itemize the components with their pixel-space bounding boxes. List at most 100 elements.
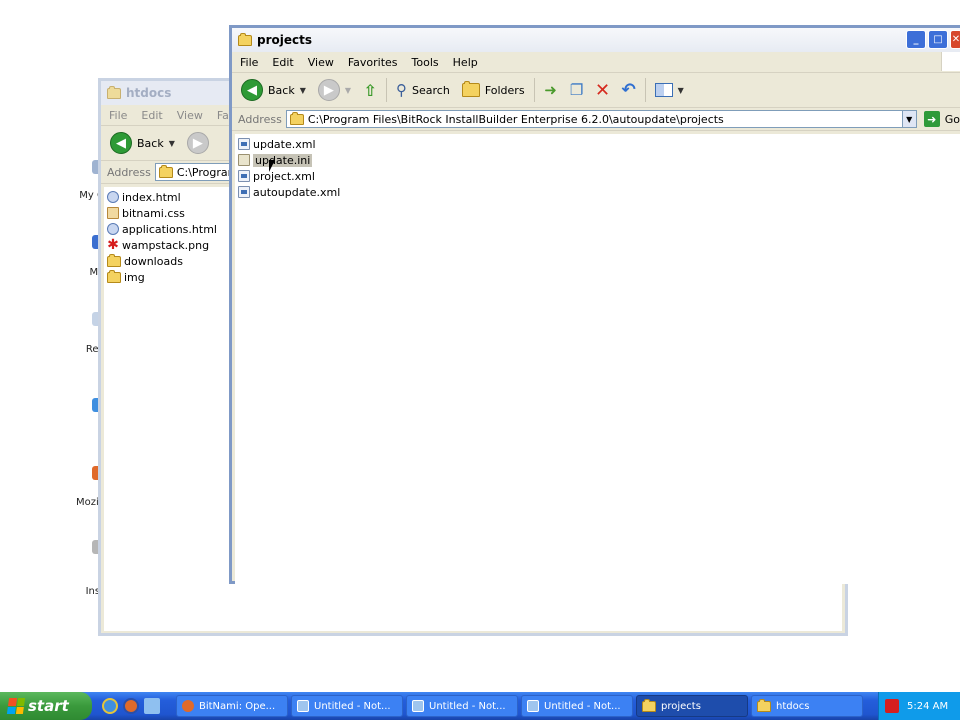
projects-toolbar: ◀ Back ▼ ▶ ▼ ⇧ ⚲ Search Folders ➜ ❐ ✕ ↶ … — [232, 73, 960, 108]
forward-arrow-icon: ▶ — [317, 79, 340, 101]
projects-addressbar: Address C:\Program Files\BitRock Install… — [232, 108, 960, 131]
list-item[interactable]: project.xml — [238, 168, 960, 184]
address-dropdown-icon[interactable]: ▼ — [901, 111, 916, 127]
maximize-button[interactable]: □ — [928, 30, 948, 49]
xml-file-icon — [238, 186, 250, 198]
folder-icon — [238, 32, 252, 46]
menu-file[interactable]: File — [109, 109, 127, 122]
folder-icon — [107, 269, 121, 283]
back-label: Back — [137, 136, 164, 150]
up-folder-icon[interactable]: ⇧ — [360, 80, 380, 100]
menu-view[interactable]: View — [177, 109, 203, 122]
file-name: applications.html — [122, 222, 217, 236]
file-name: index.html — [122, 190, 181, 204]
search-button[interactable]: ⚲ Search — [393, 79, 453, 101]
toolbar-separator — [386, 78, 388, 102]
notepad-icon — [297, 700, 309, 712]
back-arrow-icon: ◀ — [241, 79, 263, 101]
recording-icon[interactable] — [885, 699, 899, 713]
file-name: project.xml — [253, 169, 315, 183]
windows-flag-icon — [6, 698, 26, 714]
folder-icon — [107, 85, 121, 99]
address-label: Address — [238, 112, 282, 126]
undo-icon[interactable]: ↶ — [619, 80, 639, 100]
address-value: C:\Program Files\BitRock InstallBuilder … — [307, 112, 724, 126]
task-label: BitNami: Ope... — [199, 700, 276, 712]
projects-window[interactable]: projects _ □ ✕ File Edit View Favorites … — [229, 25, 960, 584]
file-name: update.ini — [253, 153, 313, 167]
taskbar-item-notepad-1[interactable]: Untitled - Not... — [291, 695, 403, 717]
notepad-icon — [412, 700, 424, 712]
ie-icon[interactable] — [144, 698, 160, 714]
task-label: Untitled - Not... — [314, 700, 391, 712]
png-file-icon: ✱ — [107, 237, 119, 253]
clock[interactable]: 5:24 AM — [907, 701, 948, 712]
html-file-icon — [107, 223, 119, 235]
file-name: img — [124, 270, 145, 284]
toolbar-separator — [533, 78, 535, 102]
copy-to-icon[interactable]: ❐ — [567, 80, 587, 100]
list-item[interactable]: autoupdate.xml — [238, 184, 960, 200]
file-name: wampstack.png — [122, 238, 210, 252]
file-name: bitnami.css — [122, 206, 185, 220]
mouse-cursor-icon — [269, 160, 275, 172]
chevron-down-icon[interactable]: ▼ — [169, 139, 175, 148]
toolbar-separator — [644, 78, 646, 102]
task-label: Untitled - Not... — [544, 700, 621, 712]
taskbar-item-notepad-3[interactable]: Untitled - Not... — [521, 695, 633, 717]
projects-file-list: update.xml update.ini project.xml autoup… — [235, 134, 960, 584]
firefox-icon — [182, 700, 194, 712]
views-button[interactable]: ▼ — [652, 81, 687, 99]
delete-icon[interactable]: ✕ — [593, 80, 613, 101]
menu-edit[interactable]: Edit — [272, 56, 293, 69]
folder-icon — [757, 698, 771, 712]
go-button[interactable]: ➜ Go — [921, 109, 960, 129]
file-name: autoupdate.xml — [253, 185, 341, 199]
xml-file-icon — [238, 170, 250, 182]
menu-favorites[interactable]: Favorites — [348, 56, 398, 69]
ini-file-icon — [238, 154, 250, 166]
folder-icon — [158, 164, 173, 178]
menu-edit[interactable]: Edit — [141, 109, 162, 122]
taskbar: start BitNami: Ope... Untitled - Not... … — [0, 692, 960, 720]
chevron-down-icon[interactable]: ▼ — [300, 86, 306, 95]
projects-title: projects — [257, 33, 312, 47]
back-button[interactable]: ◀ Back ▼ — [238, 77, 309, 103]
menu-view[interactable]: View — [308, 56, 334, 69]
forward-button[interactable]: ▶ — [184, 130, 212, 156]
list-item-selected[interactable]: update.ini — [238, 152, 960, 168]
taskbar-item-projects[interactable]: projects — [636, 695, 748, 717]
chevron-down-icon[interactable]: ▼ — [345, 86, 351, 95]
back-arrow-icon: ◀ — [110, 132, 132, 154]
taskbar-item-htdocs[interactable]: htdocs — [751, 695, 863, 717]
folders-button[interactable]: Folders — [459, 81, 528, 99]
start-label: start — [28, 697, 69, 715]
address-field[interactable]: C:\Program Files\BitRock InstallBuilder … — [285, 110, 917, 128]
menu-help[interactable]: Help — [453, 56, 478, 69]
start-button[interactable]: start — [0, 692, 92, 720]
system-tray: 5:24 AM — [878, 692, 960, 720]
go-arrow-icon: ➜ — [923, 111, 940, 127]
projects-titlebar[interactable]: projects _ □ ✕ — [232, 28, 960, 52]
minimize-button[interactable]: _ — [906, 30, 926, 49]
firefox-icon[interactable] — [123, 698, 139, 714]
folders-icon — [461, 81, 480, 97]
list-item[interactable]: update.xml — [238, 136, 960, 152]
file-name: downloads — [124, 254, 183, 268]
back-button[interactable]: ◀ Back ▼ — [107, 130, 178, 156]
taskbar-item-bitnami[interactable]: BitNami: Ope... — [176, 695, 288, 717]
menu-file[interactable]: File — [240, 56, 258, 69]
ie-icon[interactable] — [102, 698, 118, 714]
menu-tools[interactable]: Tools — [412, 56, 439, 69]
back-label: Back — [268, 83, 295, 97]
address-label: Address — [107, 165, 151, 179]
folder-icon — [289, 111, 304, 125]
move-to-icon[interactable]: ➜ — [541, 80, 561, 100]
forward-button[interactable]: ▶ ▼ — [315, 77, 354, 103]
css-file-icon — [107, 207, 119, 219]
xml-file-icon — [238, 138, 250, 150]
task-label: projects — [661, 700, 701, 712]
close-button[interactable]: ✕ — [950, 30, 960, 49]
task-label: Untitled - Not... — [429, 700, 506, 712]
taskbar-item-notepad-2[interactable]: Untitled - Not... — [406, 695, 518, 717]
